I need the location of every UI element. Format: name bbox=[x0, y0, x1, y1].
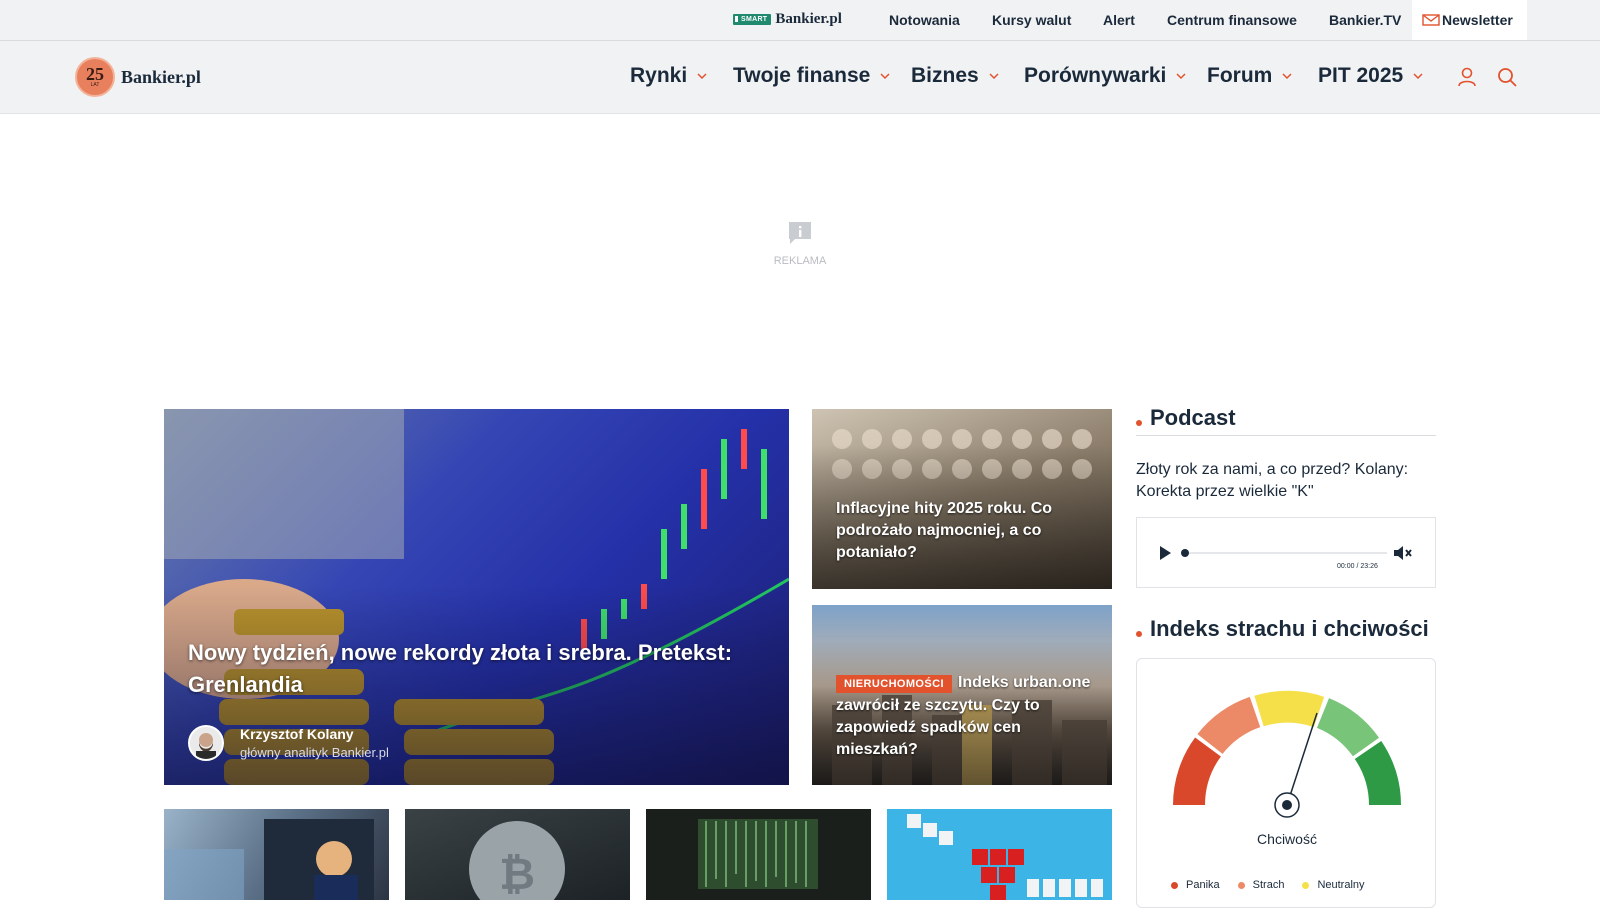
nav-item-biznes[interactable]: Biznes bbox=[911, 64, 999, 88]
fear-greed-heading: Indeks strachu i chciwości bbox=[1136, 616, 1429, 642]
legend-item-panika: Panika bbox=[1171, 879, 1220, 891]
nav-label: PIT 2025 bbox=[1318, 64, 1404, 87]
play-icon[interactable] bbox=[1157, 545, 1173, 561]
nav-item-twoje-finanse[interactable]: Twoje finanse bbox=[733, 64, 890, 88]
article-thumb-1[interactable] bbox=[164, 809, 389, 900]
smart-brand: Bankier.pl bbox=[775, 11, 842, 27]
nav-item-forum[interactable]: Forum bbox=[1207, 64, 1292, 88]
user-icon[interactable] bbox=[1456, 66, 1478, 88]
gauge-segment-panika bbox=[1173, 737, 1222, 806]
top-link-kursy-walut[interactable]: Kursy walut bbox=[992, 12, 1071, 28]
podcast-episode-title[interactable]: Złoty rok za nami, a co przed? Kolany: K… bbox=[1136, 459, 1436, 503]
legend-item-neutralny: Neutralny bbox=[1302, 879, 1365, 891]
bullet-dot bbox=[1136, 631, 1142, 637]
chevron-down-icon bbox=[989, 73, 999, 80]
ad-placeholder: REKLAMA bbox=[770, 220, 830, 267]
nav-label: Biznes bbox=[911, 64, 979, 87]
hero-article[interactable]: Nowy tydzień, nowe rekordy złota i srebr… bbox=[164, 409, 789, 785]
audio-player: 00:00 / 23:26 bbox=[1136, 517, 1436, 588]
author-block[interactable]: Krzysztof Kolany główny analityk Bankier… bbox=[188, 725, 389, 761]
gauge-segment-neutralny bbox=[1254, 690, 1325, 728]
bitcoin-coin-image: ₿ bbox=[469, 821, 565, 900]
anniversary-caption: LAT bbox=[90, 82, 100, 88]
chevron-down-icon bbox=[1176, 73, 1186, 80]
top-link-notowania[interactable]: Notowania bbox=[889, 12, 960, 28]
author-avatar bbox=[188, 725, 224, 761]
article-thumb-4[interactable] bbox=[887, 809, 1112, 900]
nav-item-porownywarki[interactable]: Porównywarki bbox=[1024, 64, 1186, 88]
chevron-down-icon bbox=[697, 73, 707, 80]
smart-bankier-link[interactable]: SMART Bankier.pl bbox=[733, 11, 842, 28]
gauge-segment-strach bbox=[1197, 696, 1261, 755]
bullet-dot bbox=[1136, 420, 1142, 426]
top-link-alert[interactable]: Alert bbox=[1103, 12, 1135, 28]
author-role: główny analityk Bankier.pl bbox=[240, 745, 389, 760]
newsletter-label: Newsletter bbox=[1442, 12, 1513, 28]
author-name: Krzysztof Kolany bbox=[240, 726, 354, 742]
info-message-icon bbox=[789, 222, 811, 244]
nav-label: Porównywarki bbox=[1024, 64, 1167, 87]
fear-greed-gauge bbox=[1173, 690, 1401, 818]
nav-item-rynki[interactable]: Rynki bbox=[630, 64, 707, 88]
podcast-heading-text: Podcast bbox=[1150, 405, 1236, 430]
article-tile-real-estate[interactable]: NIERUCHOMOŚCI Indeks urban.one zawrócił z… bbox=[812, 605, 1112, 785]
gauge-needle bbox=[1286, 712, 1318, 806]
nav-item-pit-2025[interactable]: PIT 2025 bbox=[1318, 64, 1423, 88]
svg-text:₿: ₿ bbox=[499, 850, 535, 899]
anniversary-years: 25 bbox=[86, 64, 104, 84]
search-icon[interactable] bbox=[1496, 66, 1518, 88]
newsletter-button[interactable]: Newsletter bbox=[1412, 0, 1527, 40]
envelope-icon bbox=[1422, 14, 1440, 26]
article-thumb-3[interactable] bbox=[646, 809, 871, 900]
politician-screen-image bbox=[164, 819, 374, 900]
nav-label: Rynki bbox=[630, 64, 688, 87]
chevron-down-icon bbox=[1282, 73, 1292, 80]
chevron-down-icon bbox=[880, 73, 890, 80]
top-link-bankier-tv[interactable]: Bankier.TV bbox=[1329, 12, 1401, 28]
chevron-down-icon bbox=[1413, 73, 1423, 80]
tile-title[interactable]: Inflacyjne hity 2025 roku. Co podrożało … bbox=[836, 498, 1096, 564]
article-thumb-2[interactable]: ₿ bbox=[405, 809, 630, 900]
gauge-segment-euforia bbox=[1354, 740, 1401, 806]
ad-label: REKLAMA bbox=[773, 255, 827, 267]
smart-badge: SMART bbox=[733, 14, 772, 25]
audio-progress-knob[interactable] bbox=[1181, 549, 1189, 557]
legend-item-strach: Strach bbox=[1237, 879, 1284, 891]
main-navigation: 25 LAT Bankier.pl Rynki Twoje finanse Bi… bbox=[0, 41, 1600, 114]
hero-title[interactable]: Nowy tydzień, nowe rekordy złota i srebr… bbox=[188, 637, 748, 701]
site-logo[interactable]: 25 LAT Bankier.pl bbox=[75, 57, 201, 97]
mute-icon[interactable] bbox=[1393, 544, 1413, 562]
logo-brand: Bankier.pl bbox=[121, 66, 201, 87]
gauge-hub-dot bbox=[1282, 800, 1292, 810]
category-tag[interactable]: NIERUCHOMOŚCI bbox=[836, 675, 952, 693]
nav-label: Twoje finanse bbox=[733, 64, 871, 87]
code-matrix-screen-image bbox=[698, 819, 818, 889]
fear-greed-heading-text: Indeks strachu i chciwości bbox=[1150, 616, 1429, 641]
divider bbox=[1136, 435, 1436, 436]
audio-time: 00:00 / 23:26 bbox=[1337, 563, 1378, 570]
audio-progress-track[interactable] bbox=[1185, 552, 1387, 554]
gauge-legend: Panika Strach Neutralny bbox=[1171, 879, 1365, 891]
dice-and-figures-image bbox=[907, 814, 1103, 900]
anniversary-badge: 25 LAT bbox=[75, 57, 115, 97]
podcast-heading: Podcast bbox=[1136, 405, 1236, 431]
top-utility-bar: SMART Bankier.pl Notowania Kursy walut A… bbox=[0, 0, 1600, 41]
tile-title[interactable]: NIERUCHOMOŚCI Indeks urban.one zawrócił z… bbox=[836, 672, 1096, 761]
top-link-centrum-finansowe[interactable]: Centrum finansowe bbox=[1167, 12, 1297, 28]
gauge-current-label: Chciwość bbox=[1257, 831, 1317, 847]
article-tile-inflation[interactable]: Inflacyjne hity 2025 roku. Co podrożało … bbox=[812, 409, 1112, 589]
nav-label: Forum bbox=[1207, 64, 1273, 87]
fear-greed-card: Chciwość Panika Strach Neutralny bbox=[1136, 658, 1436, 908]
gauge-segment-chciwosc bbox=[1316, 698, 1380, 757]
